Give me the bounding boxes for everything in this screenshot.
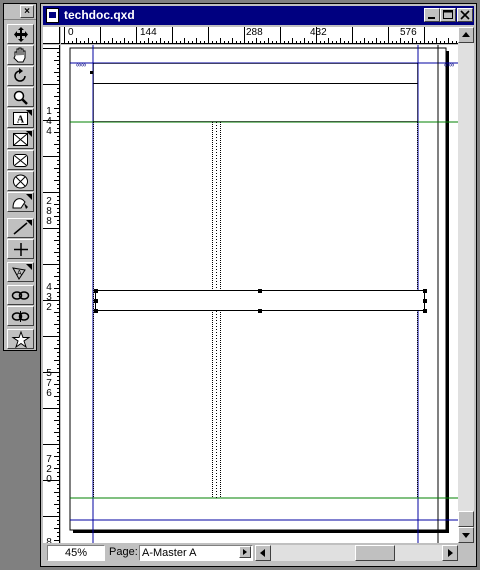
rect-picture-box-icon [13,133,28,146]
link-icon [11,291,30,300]
tool-palette: × A A [3,3,37,351]
link-token-left: ∞∞ [76,62,86,69]
vertical-scrollbar[interactable] [458,27,474,543]
bezier-picture-box-icon [12,198,28,209]
resize-handle [258,309,262,313]
ruler-label: 2 [46,302,52,313]
scroll-left-button[interactable] [255,545,271,561]
text-path-icon: A [12,267,26,280]
vertical-ruler[interactable]: 1 4 4 2 8 8 4 3 2 5 7 6 7 2 0 8 [43,45,60,543]
ruler-label: 6 [46,388,52,399]
header-handle [90,71,93,74]
scroll-right-button[interactable] [442,545,458,561]
horizontal-ruler[interactable]: 0 144 288 432 576 [61,27,458,44]
arrow-up-icon [462,32,470,37]
palette-close-button[interactable]: × [20,5,34,18]
item-tool-button[interactable] [7,24,34,44]
rotate-icon [14,68,26,82]
page-label: Page: [109,546,138,558]
maximize-button[interactable] [440,8,456,22]
resize-handle [423,299,427,303]
magnifier-icon [13,90,28,105]
layout-canvas[interactable]: ∞∞ ∞∞ [61,45,458,543]
page-field[interactable]: A-Master A [139,545,253,561]
oval-picture-box-tool-button[interactable] [7,171,34,191]
ruler-origin[interactable] [43,27,60,44]
bezier-picture-box-tool-button[interactable] [7,192,34,212]
close-icon: × [24,6,30,17]
text-path-tool-button[interactable]: A [7,262,34,282]
ruler-label: 288 [246,27,263,38]
text-box-icon: A [13,112,28,126]
ruler-label: 144 [140,27,157,38]
resize-handle [423,309,427,313]
scroll-thumb-horizontal[interactable] [355,545,395,561]
arrow-down-icon [462,533,470,538]
scroll-down-button[interactable] [458,527,474,543]
unlink-icon [11,311,30,322]
rounded-picture-box-tool-button[interactable] [7,150,34,170]
close-button[interactable] [457,8,473,22]
resize-handle [94,299,98,303]
starburst-tool-button[interactable] [7,329,34,349]
ruler-label: 0 [68,27,74,38]
scroll-thumb-vertical[interactable] [458,511,474,527]
window-titlebar[interactable]: techdoc.qxd [43,6,474,25]
arrow-left-icon [260,549,265,557]
scroll-up-button[interactable] [458,27,474,43]
ruler-label: 8 [46,537,52,544]
svg-text:A: A [17,270,22,277]
svg-text:A: A [17,115,25,126]
line-tool-button[interactable] [7,218,34,238]
orthogonal-line-tool-button[interactable] [7,239,34,259]
text-box-tool-button[interactable]: A [7,108,34,128]
resize-handle [423,289,427,293]
document-icon[interactable] [46,8,59,23]
maximize-icon [443,10,453,19]
orthogonal-line-icon [14,243,28,256]
content-tool-button[interactable] [7,45,34,65]
zoom-field[interactable]: 45% [47,545,105,561]
arrow-right-icon [448,549,453,557]
page-layout: ∞∞ ∞∞ [69,45,458,543]
star-icon [11,331,31,348]
zoom-tool-button[interactable] [7,87,34,107]
resize-handle [94,289,98,293]
link-token-right: ∞∞ [444,62,454,69]
rounded-picture-box-icon [13,154,28,167]
size-grip[interactable] [458,545,474,561]
page-dropdown-button[interactable] [239,546,251,558]
move-arrows-icon [14,27,28,42]
ruler-label: 8 [46,216,52,227]
ruler-label: 4 [46,126,52,137]
close-icon [460,10,470,20]
triangle-right-icon [243,549,247,555]
ruler-label: 576 [400,27,417,38]
minimize-button[interactable] [424,8,440,22]
ruler-label: 0 [46,474,52,485]
window-title: techdoc.qxd [64,8,135,22]
resize-handle [258,289,262,293]
linking-tool-button[interactable] [7,285,34,305]
picture-box-tool-button[interactable] [7,129,34,149]
palette-titlebar[interactable]: × [4,4,36,20]
hand-icon [13,47,26,63]
unlinking-tool-button[interactable] [7,306,34,326]
horizontal-scrollbar[interactable] [255,545,458,561]
page-value: A-Master A [142,547,197,559]
oval-picture-box-icon [13,174,28,189]
minimize-icon [428,17,435,19]
line-icon [13,222,28,235]
document-window: techdoc.qxd 0 144 288 432 576 1 4 4 2 8 … [40,3,477,567]
resize-handle [94,309,98,313]
selected-text-box [95,290,425,311]
status-bar: 45% Page: A-Master A [43,544,474,562]
ruler-label: 432 [310,27,327,38]
rotation-tool-button[interactable] [7,66,34,86]
